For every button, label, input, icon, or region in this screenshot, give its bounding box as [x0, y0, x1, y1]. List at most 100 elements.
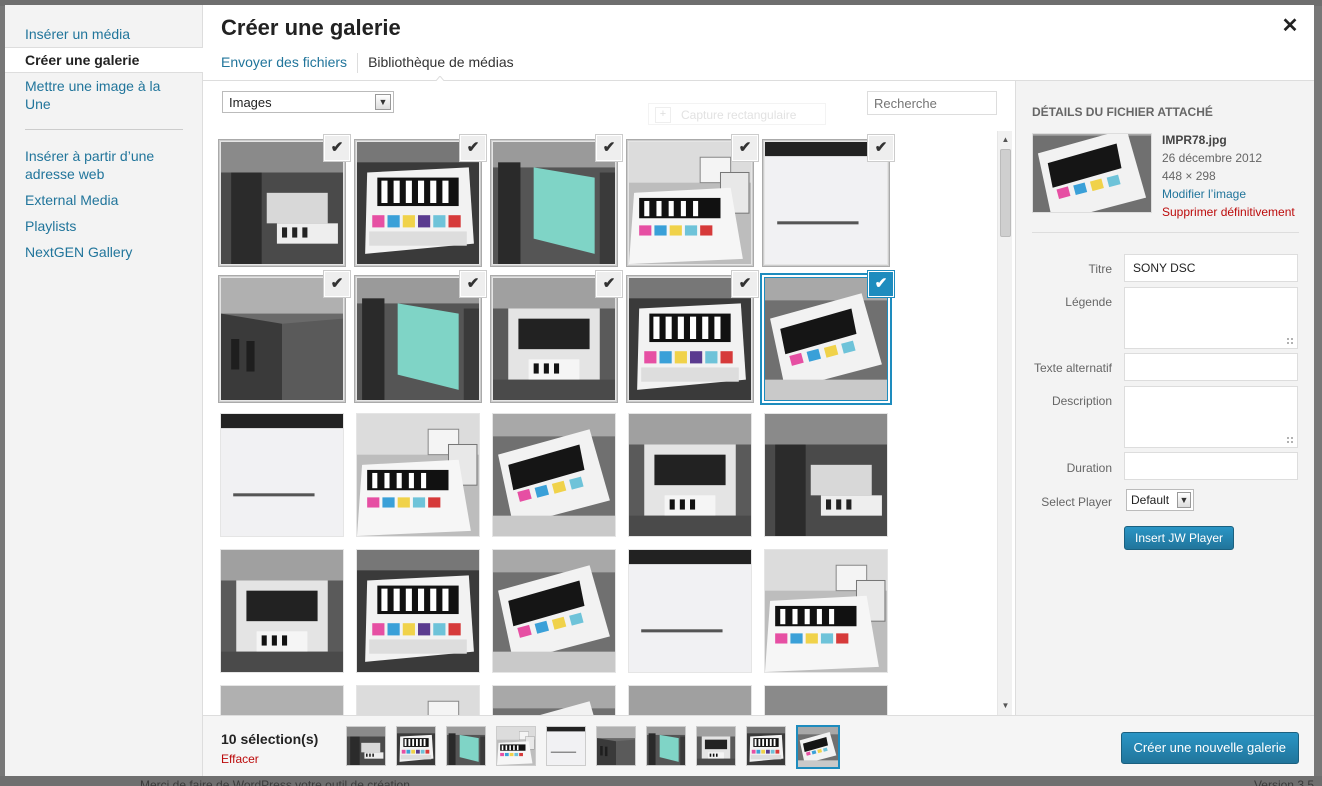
grid-scrollbar[interactable]: ▲ ▼ — [997, 131, 1012, 715]
attachment-thumbnail[interactable]: ✔ — [220, 271, 350, 401]
attachment-thumbnail[interactable] — [628, 413, 752, 537]
clear-selection-link[interactable]: Effacer — [221, 752, 259, 766]
select-player-label: Select Player — [1041, 495, 1112, 509]
tab-upload-files[interactable]: Envoyer des fichiers — [221, 53, 357, 73]
menu-item-insert-media[interactable]: Insérer un média — [5, 25, 203, 43]
attachment-thumbnail[interactable]: ✔ — [764, 271, 894, 401]
attachment-thumbnail[interactable] — [220, 413, 344, 537]
check-icon[interactable]: ✔ — [596, 271, 622, 297]
duration-label: Duration — [1066, 461, 1112, 475]
footer-credit: Merci de faire de WordPress votre outil … — [140, 778, 414, 786]
check-icon[interactable]: ✔ — [732, 271, 758, 297]
menu-item-playlists[interactable]: Playlists — [5, 217, 203, 235]
menu-item-insert-from-url[interactable]: Insérer à partir d’une adresse web — [5, 147, 203, 183]
insert-jw-player-button[interactable]: Insert JW Player — [1124, 526, 1235, 550]
selection-thumbnail[interactable] — [446, 726, 486, 766]
details-dimensions: 448 × 298 — [1162, 169, 1216, 183]
duration-field[interactable] — [1124, 452, 1298, 480]
tab-media-library[interactable]: Bibliothèque de médias — [357, 53, 524, 73]
check-icon[interactable]: ✔ — [868, 271, 894, 297]
scroll-up-icon[interactable]: ▲ — [998, 133, 1013, 147]
attachment-thumbnail[interactable] — [356, 685, 480, 715]
caption-field[interactable] — [1124, 287, 1298, 349]
details-info: IMPR78.jpg 26 décembre 2012 448 × 298 Mo… — [1162, 131, 1312, 221]
attachment-thumbnail[interactable] — [628, 549, 752, 673]
attachment-thumbnail[interactable]: ✔ — [356, 271, 486, 401]
menu-item-external-media[interactable]: External Media — [5, 191, 203, 209]
details-divider — [1032, 232, 1299, 233]
attachment-thumbnail[interactable]: ✔ — [764, 135, 894, 265]
attachment-thumbnail[interactable] — [764, 549, 888, 673]
attachment-thumbnail[interactable]: ✔ — [492, 271, 622, 401]
attachment-thumbnail[interactable] — [220, 685, 344, 715]
title-label: Titre — [1088, 262, 1112, 276]
details-heading: Détails du fichier attaché — [1032, 105, 1213, 119]
attachment-thumbnail[interactable]: ✔ — [628, 135, 758, 265]
menu-item-nextgen-gallery[interactable]: NextGEN Gallery — [5, 243, 203, 261]
attachment-thumbnail[interactable] — [628, 685, 752, 715]
delete-permanently-link[interactable]: Supprimer définitivement — [1162, 203, 1312, 221]
create-gallery-button[interactable]: Créer une nouvelle galerie — [1120, 732, 1299, 764]
check-icon[interactable]: ✔ — [324, 271, 350, 297]
alt-text-field[interactable] — [1124, 353, 1298, 381]
menu-item-create-gallery[interactable]: Créer une galerie — [5, 47, 203, 73]
player-select[interactable]: Default ▼ — [1126, 489, 1194, 511]
menu-item-featured-image[interactable]: Mettre une image à la Une — [5, 77, 203, 113]
selection-thumbnail[interactable] — [346, 726, 386, 766]
selection-count: 10 sélection(s) — [221, 731, 319, 747]
frame-title: Créer une galerie — [221, 15, 401, 40]
scroll-thumb[interactable] — [1000, 149, 1011, 237]
check-icon[interactable]: ✔ — [460, 271, 486, 297]
selection-thumbnail[interactable] — [746, 726, 786, 766]
attachment-thumbnail[interactable] — [356, 549, 480, 673]
title-field[interactable] — [1124, 254, 1298, 282]
media-menu: Insérer un média Créer une galerie Mettr… — [5, 5, 203, 776]
selection-thumbnail[interactable] — [546, 726, 586, 766]
modal-toolbar: 10 sélection(s) Effacer Créer une nouvel… — [203, 715, 1314, 776]
attachment-thumbnail[interactable] — [492, 685, 616, 715]
selection-thumbnail[interactable] — [396, 726, 436, 766]
alt-text-label: Texte alternatif — [1033, 361, 1112, 375]
check-icon[interactable]: ✔ — [324, 135, 350, 161]
footer-version: Version 3.5 — [1253, 778, 1314, 786]
attachment-thumbnail[interactable] — [356, 413, 480, 537]
description-label: Description — [1051, 394, 1112, 408]
attachment-thumbnail[interactable] — [764, 685, 888, 715]
scroll-down-icon[interactable]: ▼ — [998, 699, 1013, 713]
media-filter-select[interactable]: Images ▼ — [222, 91, 394, 113]
router-tabs: Envoyer des fichiers Bibliothèque de méd… — [221, 53, 524, 73]
selection-thumbnail[interactable] — [646, 726, 686, 766]
player-select-value: Default — [1131, 493, 1170, 507]
selection-thumbnail[interactable] — [796, 725, 840, 769]
check-icon[interactable]: ✔ — [732, 135, 758, 161]
attachment-thumbnail[interactable]: ✔ — [492, 135, 622, 265]
attachment-thumbnail[interactable] — [492, 413, 616, 537]
attachments-browser: Images ▼ Capture rectangulaire ✔ ✔ ✔ ✔ ✔ ✔ ✔ ✔ ✔… — [203, 81, 1015, 715]
modal-header: Créer une galerie ✕ Envoyer des fichiers… — [203, 5, 1314, 82]
caption-label: Légende — [1065, 295, 1112, 309]
attachment-thumbnail[interactable] — [492, 549, 616, 673]
details-date: 26 décembre 2012 — [1162, 151, 1263, 165]
selection-thumbnail[interactable] — [596, 726, 636, 766]
attachment-thumbnail[interactable] — [220, 549, 344, 673]
attachment-thumbnail[interactable]: ✔ — [220, 135, 350, 265]
chevron-down-icon: ▼ — [375, 94, 391, 110]
ghost-capture-label: Capture rectangulaire — [648, 103, 826, 125]
check-icon[interactable]: ✔ — [460, 135, 486, 161]
media-filter-value: Images — [229, 95, 272, 110]
check-icon[interactable]: ✔ — [596, 135, 622, 161]
selection-thumbnail[interactable] — [696, 726, 736, 766]
attachment-thumbnail[interactable] — [764, 413, 888, 537]
selection-thumbnail[interactable] — [496, 726, 536, 766]
check-icon[interactable]: ✔ — [868, 135, 894, 161]
attachment-thumbnail[interactable]: ✔ — [628, 271, 758, 401]
attachment-details-sidebar: Détails du fichier attaché IMPR78.jpg 26… — [1015, 81, 1314, 715]
attachment-thumbnail[interactable]: ✔ — [356, 135, 486, 265]
search-input[interactable] — [867, 91, 997, 115]
details-thumbnail — [1032, 133, 1152, 213]
chevron-down-icon: ▼ — [1177, 492, 1191, 508]
media-modal: Insérer un média Créer une galerie Mettr… — [5, 5, 1314, 776]
close-icon[interactable]: ✕ — [1280, 16, 1300, 36]
edit-image-link[interactable]: Modifier l’image — [1162, 185, 1312, 203]
description-field[interactable] — [1124, 386, 1298, 448]
